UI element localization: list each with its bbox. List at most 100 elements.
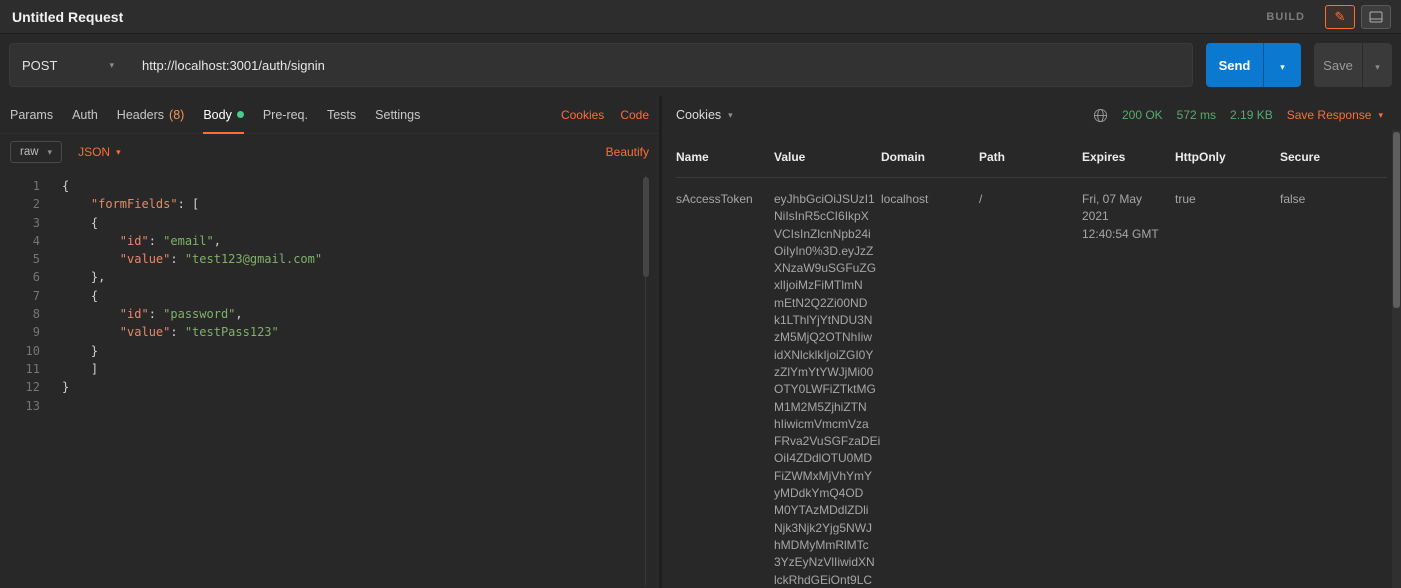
code-line: "id": "email", (62, 232, 659, 250)
chevron-down-icon: ▾ (1378, 110, 1383, 121)
column-header-name: Name (676, 150, 774, 164)
chevron-down-icon: ▾ (48, 147, 53, 158)
line-number: 12 (0, 378, 40, 396)
code-line: } (62, 378, 659, 396)
response-meta-row: Cookies ▾ 200 OK 572 ms 2.19 KB Save Res… (662, 96, 1401, 134)
tab-params[interactable]: Params (10, 96, 53, 133)
column-header-expires: Expires (1082, 150, 1175, 164)
build-label: BUILD (1266, 11, 1305, 23)
code-line: "value": "test123@gmail.com" (62, 250, 659, 268)
beautify-button[interactable]: Beautify (606, 145, 649, 159)
column-header-secure: Secure (1280, 150, 1387, 164)
method-value: POST (22, 58, 57, 73)
code-line: } (62, 342, 659, 360)
chevron-down-icon: ▾ (1375, 62, 1380, 72)
body-format-select[interactable]: raw ▾ (10, 141, 62, 163)
column-header-value: Value (774, 150, 881, 164)
layout-panel-button[interactable] (1361, 5, 1391, 29)
headers-count-badge: (8) (169, 108, 184, 122)
editor-scrollbar-thumb[interactable] (643, 177, 649, 277)
chevron-down-icon: ▾ (116, 147, 121, 158)
code-line: "value": "testPass123" (62, 323, 659, 341)
cookie-expires: Fri, 07 May 202112:40:54 GMT (1082, 191, 1175, 588)
code-area[interactable]: { "formFields": [ { "id": "email", "valu… (48, 177, 659, 588)
chevron-down-icon: ▾ (728, 110, 733, 121)
save-response-button[interactable]: Save Response ▾ (1287, 108, 1383, 122)
page-title: Untitled Request (12, 9, 123, 25)
chevron-down-icon: ▾ (1280, 62, 1285, 72)
code-line: "formFields": [ (62, 195, 659, 213)
code-line: { (62, 177, 659, 195)
line-number: 4 (0, 232, 40, 250)
pencil-icon: ✎ (1335, 9, 1346, 25)
cookie-name: sAccessToken (676, 191, 774, 588)
body-editor[interactable]: 12345678910111213 { "formFields": [ { "i… (0, 170, 659, 588)
code-line: }, (62, 268, 659, 286)
line-number: 13 (0, 397, 40, 415)
column-header-path: Path (979, 150, 1082, 164)
save-button[interactable]: Save (1314, 43, 1362, 87)
line-number: 9 (0, 323, 40, 341)
line-number: 6 (0, 268, 40, 286)
response-scrollbar-thumb[interactable] (1393, 132, 1400, 308)
save-button-group: Save ▾ (1314, 43, 1392, 87)
request-panel: Params Auth Headers (8) Body Pre-req. Te… (0, 96, 662, 588)
network-info-button[interactable] (1093, 108, 1108, 123)
send-button-group: Send ▾ (1206, 43, 1301, 87)
method-url-group: POST ▾ (9, 43, 1193, 87)
line-number: 8 (0, 305, 40, 323)
cookies-link[interactable]: Cookies (561, 108, 604, 122)
line-number: 10 (0, 342, 40, 360)
column-header-httponly: HttpOnly (1175, 150, 1280, 164)
cookie-domain: localhost (881, 191, 979, 588)
response-stats: 200 OK 572 ms 2.19 KB Save Response ▾ (1093, 108, 1383, 123)
code-line: { (62, 214, 659, 232)
code-line: "id": "password", (62, 305, 659, 323)
body-language-select[interactable]: JSON ▾ (78, 145, 121, 159)
status-badge: 200 OK (1122, 108, 1163, 122)
cookie-httponly: true (1175, 191, 1280, 588)
topbar: Untitled Request BUILD ✎ (0, 0, 1401, 34)
code-line: { (62, 287, 659, 305)
request-tabs: Params Auth Headers (8) Body Pre-req. Te… (0, 96, 659, 134)
cookie-secure: false (1280, 191, 1387, 588)
url-input[interactable] (126, 44, 1192, 86)
tab-tests[interactable]: Tests (327, 96, 356, 133)
cookie-table-header: Name Value Domain Path Expires HttpOnly … (676, 134, 1387, 178)
method-select[interactable]: POST ▾ (10, 44, 126, 86)
tab-auth[interactable]: Auth (72, 96, 98, 133)
request-links: Cookies Code (561, 108, 649, 122)
panel-icon (1369, 11, 1383, 23)
chevron-down-icon: ▾ (109, 60, 114, 71)
cookie-value: eyJhbGciOiJSUzI1NiIsInR5cCI6IkpXVCIsInZl… (774, 191, 881, 588)
code-line: ] (62, 360, 659, 378)
globe-icon (1093, 108, 1108, 123)
split-panels: Params Auth Headers (8) Body Pre-req. Te… (0, 96, 1401, 588)
topbar-actions: BUILD ✎ (1266, 5, 1391, 29)
body-toolbar: raw ▾ JSON ▾ Beautify (0, 134, 659, 170)
line-number: 2 (0, 195, 40, 213)
tab-settings[interactable]: Settings (375, 96, 420, 133)
edit-request-button[interactable]: ✎ (1325, 5, 1355, 29)
line-number-gutter: 12345678910111213 (0, 177, 48, 588)
cookie-path: / (979, 191, 1082, 588)
line-number: 7 (0, 287, 40, 305)
response-panel: Cookies ▾ 200 OK 572 ms 2.19 KB Save Res… (662, 96, 1401, 588)
response-scrollbar-track[interactable] (1392, 130, 1401, 588)
request-bar: POST ▾ Send ▾ Save ▾ (0, 34, 1401, 96)
line-number: 1 (0, 177, 40, 195)
app-window: Untitled Request BUILD ✎ POST ▾ Send ▾ S… (0, 0, 1401, 588)
tab-body[interactable]: Body (203, 96, 244, 133)
send-options-button[interactable]: ▾ (1263, 43, 1301, 87)
column-header-domain: Domain (881, 150, 979, 164)
tab-pre-request[interactable]: Pre-req. (263, 96, 308, 133)
body-modified-dot-icon (237, 111, 244, 118)
response-size: 2.19 KB (1230, 108, 1273, 122)
save-options-button[interactable]: ▾ (1362, 43, 1392, 87)
code-link[interactable]: Code (620, 108, 649, 122)
cookie-row: sAccessToken eyJhbGciOiJSUzI1NiIsInR5cCI… (676, 178, 1387, 588)
response-cookies-dropdown[interactable]: Cookies ▾ (676, 108, 733, 122)
tab-headers[interactable]: Headers (8) (117, 96, 185, 133)
send-button[interactable]: Send (1206, 43, 1263, 87)
code-line (62, 397, 659, 415)
